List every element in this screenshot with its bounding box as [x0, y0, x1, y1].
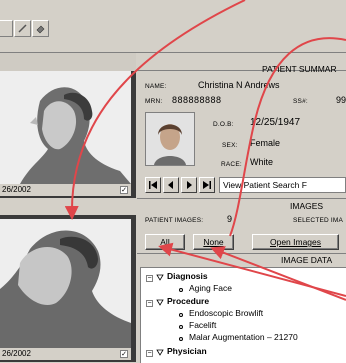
select-none-label: None — [203, 237, 224, 247]
expanded-arrow-icon — [156, 299, 164, 306]
patient-images-count: 9 — [227, 214, 233, 224]
tree-leaf-bullet — [179, 313, 183, 317]
edit-pencil-button[interactable] — [14, 20, 31, 37]
mrn-label: MRN: — [145, 98, 163, 105]
patient-photo — [0, 219, 131, 348]
tree-leaf-bullet — [179, 337, 183, 341]
tree-leaf-bullet — [179, 325, 183, 329]
open-images-button[interactable]: Open Images — [252, 234, 339, 250]
collapse-toggle[interactable]: − — [146, 300, 153, 307]
collapse-toggle[interactable]: − — [146, 275, 153, 282]
race-label: RACE: — [221, 161, 242, 168]
name-value: Christina N Andrews — [198, 80, 280, 90]
toolbar — [0, 0, 346, 52]
sex-value: Female — [250, 138, 281, 148]
previous-record-button[interactable] — [163, 177, 179, 193]
patient-photo — [0, 71, 131, 184]
patient-summary-title: PATIENT SUMMAR — [262, 64, 337, 74]
tree-node-procedure[interactable]: Procedure — [167, 296, 209, 306]
next-record-button[interactable] — [181, 177, 197, 193]
thumbnail-checkbox[interactable]: ✓ — [120, 350, 128, 358]
thumbnail-date: 26/2002 — [0, 184, 131, 196]
race-value: White — [250, 157, 274, 167]
expanded-arrow-icon — [156, 274, 164, 281]
dob-value: 12/25/1947 — [250, 117, 301, 128]
eraser-icon — [36, 25, 45, 34]
select-none-button[interactable]: None — [193, 234, 234, 250]
thumbnail-1[interactable]: 26/2002 ✓ — [0, 71, 136, 198]
ssn-label: SS#: — [293, 98, 308, 105]
select-all-button[interactable]: All — [145, 234, 185, 250]
tree-leaf-malar-augmentation[interactable]: Malar Augmentation – 21270 — [189, 332, 298, 342]
last-icon — [203, 181, 211, 189]
toolbar-button-partial[interactable] — [0, 20, 13, 37]
tree-leaf-bullet — [179, 288, 183, 292]
sex-label: SEX: — [222, 142, 238, 149]
image-data-title: IMAGE DATA — [281, 255, 333, 265]
tree-leaf-facelift[interactable]: Facelift — [189, 320, 216, 330]
open-images-label: Open Images — [269, 237, 322, 247]
thumbnail-date: 26/2002 — [0, 348, 131, 360]
last-record-button[interactable] — [199, 177, 215, 193]
ssn-value: 99 — [336, 95, 346, 105]
view-patient-search-button[interactable]: View Patient Search F — [219, 177, 346, 193]
pencil-icon — [18, 24, 27, 33]
tree-leaf-browlift[interactable]: Endoscopic Browlift — [189, 308, 263, 318]
patient-avatar — [145, 112, 195, 166]
expanded-arrow-icon — [156, 349, 164, 356]
mrn-value: 888888888 — [172, 95, 222, 105]
divider — [137, 253, 346, 254]
previous-icon — [168, 181, 173, 189]
next-icon — [187, 181, 192, 189]
name-label: NAME: — [145, 83, 167, 90]
thumbnail-2[interactable]: 26/2002 ✓ — [0, 215, 136, 362]
eraser-button[interactable] — [32, 20, 49, 37]
collapse-toggle[interactable]: − — [146, 350, 153, 357]
patient-images-label: PATIENT IMAGES: — [145, 217, 204, 224]
thumbnail-header — [0, 53, 136, 71]
divider — [137, 198, 346, 199]
tree-leaf-aging-face[interactable]: Aging Face — [189, 283, 232, 293]
tree-node-physician[interactable]: Physician — [167, 346, 207, 356]
selected-images-label: SELECTED IMA — [293, 217, 344, 224]
images-title: IMAGES — [290, 201, 324, 211]
tree-node-diagnosis[interactable]: Diagnosis — [167, 271, 208, 281]
thumbnail-checkbox[interactable]: ✓ — [120, 186, 128, 194]
first-icon — [149, 181, 157, 189]
dob-label: D.O.B: — [213, 121, 234, 128]
first-record-button[interactable] — [145, 177, 161, 193]
select-all-label: All — [160, 237, 170, 247]
